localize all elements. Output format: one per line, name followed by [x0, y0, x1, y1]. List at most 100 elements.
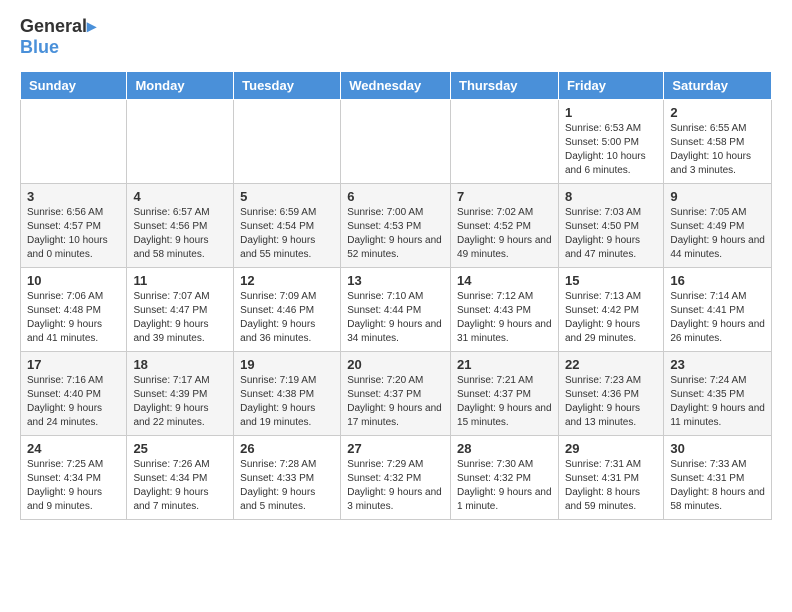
day-info: Sunrise: 7:20 AM Sunset: 4:37 PM Dayligh… [347, 374, 444, 430]
day-info: Sunrise: 7:30 AM Sunset: 4:32 PM Dayligh… [457, 458, 552, 514]
page-container: General▸ Blue SundayMondayTuesdayWednesd… [0, 0, 792, 536]
day-info: Sunrise: 7:00 AM Sunset: 4:53 PM Dayligh… [347, 206, 444, 262]
day-number: 26 [240, 441, 334, 456]
calendar-cell: 25 Sunrise: 7:26 AM Sunset: 4:34 PM Dayli… [127, 436, 234, 520]
calendar-week-5: 24 Sunrise: 7:25 AM Sunset: 4:34 PM Dayli… [21, 436, 772, 520]
day-info: Sunrise: 7:29 AM Sunset: 4:32 PM Dayligh… [347, 458, 444, 514]
calendar-cell: 10 Sunrise: 7:06 AM Sunset: 4:48 PM Dayli… [21, 268, 127, 352]
day-number: 8 [565, 189, 657, 204]
day-info: Sunrise: 7:03 AM Sunset: 4:50 PM Dayligh… [565, 206, 657, 262]
calendar-cell: 14 Sunrise: 7:12 AM Sunset: 4:43 PM Dayli… [451, 268, 559, 352]
calendar-cell: 6 Sunrise: 7:00 AM Sunset: 4:53 PM Daylig… [341, 184, 451, 268]
calendar-cell: 27 Sunrise: 7:29 AM Sunset: 4:32 PM Dayli… [341, 436, 451, 520]
day-number: 18 [133, 357, 227, 372]
day-number: 3 [27, 189, 120, 204]
calendar-header-tuesday: Tuesday [234, 72, 341, 100]
day-number: 27 [347, 441, 444, 456]
day-number: 9 [670, 189, 765, 204]
day-info: Sunrise: 7:24 AM Sunset: 4:35 PM Dayligh… [670, 374, 765, 430]
calendar-week-1: 1 Sunrise: 6:53 AM Sunset: 5:00 PM Daylig… [21, 100, 772, 184]
day-info: Sunrise: 6:53 AM Sunset: 5:00 PM Dayligh… [565, 122, 657, 178]
day-info: Sunrise: 6:55 AM Sunset: 4:58 PM Dayligh… [670, 122, 765, 178]
day-number: 15 [565, 273, 657, 288]
day-number: 25 [133, 441, 227, 456]
calendar-cell: 28 Sunrise: 7:30 AM Sunset: 4:32 PM Dayli… [451, 436, 559, 520]
day-info: Sunrise: 7:12 AM Sunset: 4:43 PM Dayligh… [457, 290, 552, 346]
calendar-header-saturday: Saturday [664, 72, 772, 100]
calendar-cell: 4 Sunrise: 6:57 AM Sunset: 4:56 PM Daylig… [127, 184, 234, 268]
day-number: 19 [240, 357, 334, 372]
day-number: 5 [240, 189, 334, 204]
header: General▸ Blue [20, 16, 772, 57]
calendar-cell [234, 100, 341, 184]
calendar-cell [451, 100, 559, 184]
calendar-week-4: 17 Sunrise: 7:16 AM Sunset: 4:40 PM Dayli… [21, 352, 772, 436]
day-info: Sunrise: 7:26 AM Sunset: 4:34 PM Dayligh… [133, 458, 227, 514]
calendar-cell: 20 Sunrise: 7:20 AM Sunset: 4:37 PM Dayli… [341, 352, 451, 436]
day-number: 7 [457, 189, 552, 204]
day-info: Sunrise: 7:28 AM Sunset: 4:33 PM Dayligh… [240, 458, 334, 514]
day-number: 13 [347, 273, 444, 288]
calendar-cell: 12 Sunrise: 7:09 AM Sunset: 4:46 PM Dayli… [234, 268, 341, 352]
day-number: 11 [133, 273, 227, 288]
day-number: 12 [240, 273, 334, 288]
day-number: 17 [27, 357, 120, 372]
calendar-cell [21, 100, 127, 184]
calendar-cell: 1 Sunrise: 6:53 AM Sunset: 5:00 PM Daylig… [558, 100, 663, 184]
calendar-cell: 22 Sunrise: 7:23 AM Sunset: 4:36 PM Dayli… [558, 352, 663, 436]
calendar-header-thursday: Thursday [451, 72, 559, 100]
day-info: Sunrise: 7:21 AM Sunset: 4:37 PM Dayligh… [457, 374, 552, 430]
day-number: 20 [347, 357, 444, 372]
day-number: 10 [27, 273, 120, 288]
day-number: 6 [347, 189, 444, 204]
day-info: Sunrise: 7:10 AM Sunset: 4:44 PM Dayligh… [347, 290, 444, 346]
calendar-cell: 11Sunrise: 7:07 AM Sunset: 4:47 PM Dayli… [127, 268, 234, 352]
day-number: 24 [27, 441, 120, 456]
calendar-cell: 29Sunrise: 7:31 AM Sunset: 4:31 PM Dayli… [558, 436, 663, 520]
day-info: Sunrise: 7:19 AM Sunset: 4:38 PM Dayligh… [240, 374, 334, 430]
day-number: 22 [565, 357, 657, 372]
calendar-header-monday: Monday [127, 72, 234, 100]
calendar-header-row: SundayMondayTuesdayWednesdayThursdayFrid… [21, 72, 772, 100]
calendar-cell: 21 Sunrise: 7:21 AM Sunset: 4:37 PM Dayli… [451, 352, 559, 436]
calendar-cell: 3Sunrise: 6:56 AM Sunset: 4:57 PM Daylig… [21, 184, 127, 268]
day-info: Sunrise: 6:59 AM Sunset: 4:54 PM Dayligh… [240, 206, 334, 262]
day-number: 23 [670, 357, 765, 372]
day-number: 14 [457, 273, 552, 288]
day-number: 1 [565, 105, 657, 120]
day-info: Sunrise: 7:17 AM Sunset: 4:39 PM Dayligh… [133, 374, 227, 430]
calendar-header-friday: Friday [558, 72, 663, 100]
calendar-cell: 8 Sunrise: 7:03 AM Sunset: 4:50 PM Daylig… [558, 184, 663, 268]
calendar-cell: 26 Sunrise: 7:28 AM Sunset: 4:33 PM Dayli… [234, 436, 341, 520]
day-info: Sunrise: 7:05 AM Sunset: 4:49 PM Dayligh… [670, 206, 765, 262]
day-number: 16 [670, 273, 765, 288]
calendar-cell: 5 Sunrise: 6:59 AM Sunset: 4:54 PM Daylig… [234, 184, 341, 268]
day-info: Sunrise: 7:23 AM Sunset: 4:36 PM Dayligh… [565, 374, 657, 430]
logo-text: General▸ Blue [20, 16, 96, 57]
calendar-cell: 19 Sunrise: 7:19 AM Sunset: 4:38 PM Dayli… [234, 352, 341, 436]
day-number: 30 [670, 441, 765, 456]
calendar-week-2: 3Sunrise: 6:56 AM Sunset: 4:57 PM Daylig… [21, 184, 772, 268]
day-number: 28 [457, 441, 552, 456]
day-info: Sunrise: 7:16 AM Sunset: 4:40 PM Dayligh… [27, 374, 120, 430]
calendar-table: SundayMondayTuesdayWednesdayThursdayFrid… [20, 71, 772, 520]
calendar-header-sunday: Sunday [21, 72, 127, 100]
day-info: Sunrise: 6:57 AM Sunset: 4:56 PM Dayligh… [133, 206, 227, 262]
calendar-week-3: 10 Sunrise: 7:06 AM Sunset: 4:48 PM Dayli… [21, 268, 772, 352]
day-number: 2 [670, 105, 765, 120]
day-info: Sunrise: 7:09 AM Sunset: 4:46 PM Dayligh… [240, 290, 334, 346]
calendar-cell: 13 Sunrise: 7:10 AM Sunset: 4:44 PM Dayli… [341, 268, 451, 352]
calendar-cell [341, 100, 451, 184]
calendar-cell: 9 Sunrise: 7:05 AM Sunset: 4:49 PM Daylig… [664, 184, 772, 268]
day-info: Sunrise: 7:33 AM Sunset: 4:31 PM Dayligh… [670, 458, 765, 514]
day-info: Sunrise: 7:06 AM Sunset: 4:48 PM Dayligh… [27, 290, 120, 346]
calendar-cell: 30 Sunrise: 7:33 AM Sunset: 4:31 PM Dayli… [664, 436, 772, 520]
calendar-cell: 24 Sunrise: 7:25 AM Sunset: 4:34 PM Dayli… [21, 436, 127, 520]
calendar-cell: 15Sunrise: 7:13 AM Sunset: 4:42 PM Dayli… [558, 268, 663, 352]
day-number: 21 [457, 357, 552, 372]
logo: General▸ Blue [20, 16, 96, 57]
day-info: Sunrise: 7:25 AM Sunset: 4:34 PM Dayligh… [27, 458, 120, 514]
calendar-cell: 23 Sunrise: 7:24 AM Sunset: 4:35 PM Dayli… [664, 352, 772, 436]
calendar-header-wednesday: Wednesday [341, 72, 451, 100]
day-number: 4 [133, 189, 227, 204]
